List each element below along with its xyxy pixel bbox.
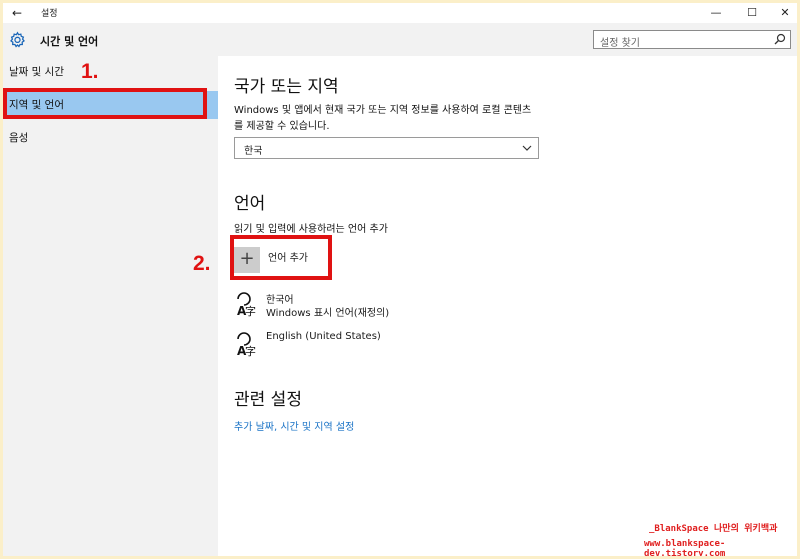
language-name: English (United States) bbox=[266, 331, 381, 342]
watermark-line1: _BlankSpace 나만의 위키백과 bbox=[649, 524, 778, 534]
country-select-value: 한국 bbox=[244, 146, 263, 157]
region-heading: 국가 또는 지역 bbox=[234, 77, 339, 97]
language-icon: A 字 bbox=[237, 292, 256, 318]
region-description: Windows 및 앱에서 현재 국가 또는 지역 정보를 사용하여 로컬 콘텐… bbox=[234, 105, 532, 132]
language-item-korean[interactable]: A 字 한국어 Windows 표시 언어(재정의) bbox=[234, 291, 534, 321]
country-select[interactable]: 한국 bbox=[234, 137, 539, 159]
language-item-english[interactable]: A 字 English (United States) bbox=[234, 331, 534, 361]
search-box[interactable] bbox=[593, 30, 791, 52]
language-subtitle: Windows 표시 언어(재정의) bbox=[266, 308, 390, 319]
annotation-box-step1 bbox=[3, 88, 207, 119]
sidebar-item-label: 음성 bbox=[9, 132, 29, 144]
search-input[interactable] bbox=[594, 35, 764, 52]
sidebar-item-speech[interactable]: 음성 bbox=[3, 124, 218, 152]
title-bar: ← 설정 — ☐ ✕ bbox=[3, 3, 797, 23]
gear-icon bbox=[10, 31, 25, 48]
settings-window: ← 설정 — ☐ ✕ 시간 및 언어 날짜 및 시간 지역 및 언어 음성 bbox=[3, 3, 797, 556]
main-content: 국가 또는 지역 Windows 및 앱에서 현재 국가 또는 지역 정보를 사… bbox=[218, 56, 797, 556]
search-icon[interactable] bbox=[774, 33, 786, 45]
window-title: 설정 bbox=[41, 9, 58, 19]
additional-settings-link[interactable]: 추가 날짜, 시간 및 지역 설정 bbox=[234, 418, 354, 433]
page-header: 시간 및 언어 bbox=[3, 23, 797, 56]
annotation-box-step2 bbox=[230, 235, 332, 280]
maximize-button[interactable]: ☐ bbox=[736, 3, 768, 23]
page-title: 시간 및 언어 bbox=[40, 35, 99, 48]
sidebar: 날짜 및 시간 지역 및 언어 음성 bbox=[3, 56, 218, 556]
annotation-step2-label: 2. bbox=[193, 252, 211, 275]
chevron-down-icon bbox=[522, 145, 532, 151]
minimize-button[interactable]: — bbox=[700, 3, 732, 23]
watermark-line2: www.blankspace-dev.tistory.com bbox=[644, 539, 726, 556]
svg-text:字: 字 bbox=[245, 304, 256, 318]
language-heading: 언어 bbox=[234, 194, 266, 214]
related-settings-heading: 관련 설정 bbox=[234, 390, 302, 410]
back-arrow-icon[interactable]: ← bbox=[7, 4, 27, 22]
svg-text:字: 字 bbox=[245, 344, 256, 358]
annotation-step1-label: 1. bbox=[81, 60, 99, 83]
close-button[interactable]: ✕ bbox=[769, 3, 797, 23]
sidebar-item-label: 날짜 및 시간 bbox=[9, 66, 64, 78]
sidebar-item-date-time[interactable]: 날짜 및 시간 bbox=[3, 58, 218, 86]
language-icon: A 字 bbox=[237, 332, 256, 358]
